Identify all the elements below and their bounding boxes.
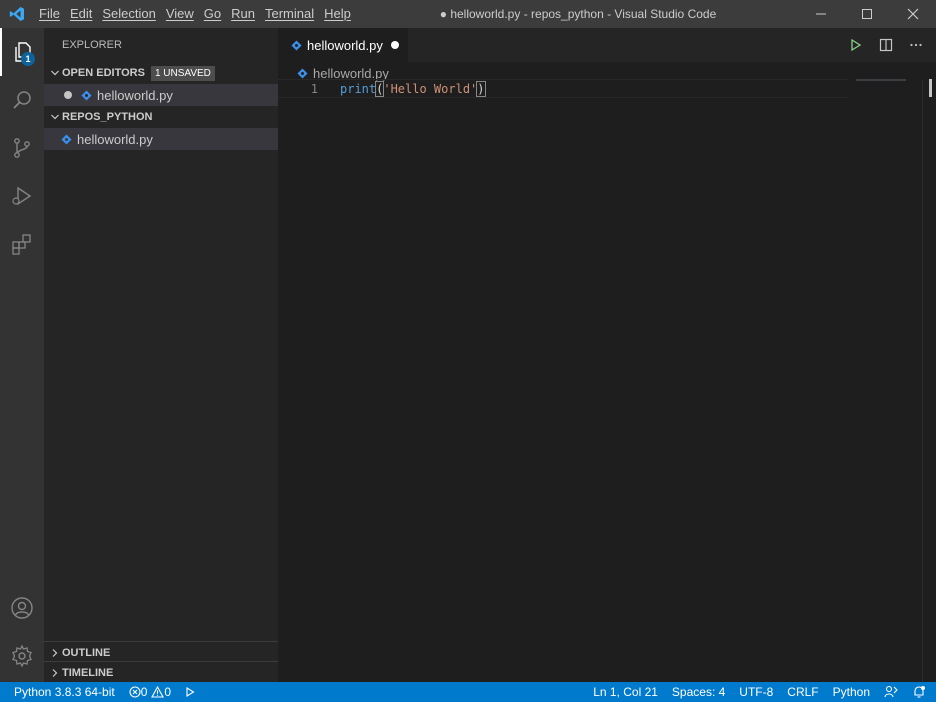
cursor-position-status[interactable]: Ln 1, Col 21	[586, 682, 665, 702]
maximize-button[interactable]	[844, 0, 890, 28]
activity-bar: 1	[0, 28, 44, 682]
split-editor-icon	[879, 38, 893, 52]
sidebar-title: EXPLORER	[62, 39, 122, 51]
play-icon	[851, 38, 862, 52]
status-bar: Python 3.8.3 64-bit 0 0 Ln 1, Col 21 Spa…	[0, 682, 936, 702]
folder-label: REPOS_PYTHON	[62, 111, 153, 123]
folder-header[interactable]: REPOS_PYTHON	[44, 106, 278, 128]
open-editors-header[interactable]: OPEN EDITORS 1 UNSAVED	[44, 62, 278, 84]
problems-status[interactable]: 0 0	[122, 682, 178, 702]
bell-icon	[914, 686, 925, 698]
title-bar: File Edit Selection View Go Run Terminal…	[0, 0, 936, 28]
editor-area: helloworld.py helloworld.py 1 print('Hel…	[278, 28, 936, 682]
chevron-right-icon	[48, 668, 62, 678]
minimize-button[interactable]	[798, 0, 844, 28]
menu-run[interactable]: Run	[226, 0, 260, 28]
manage-activity-button[interactable]	[0, 632, 44, 680]
outline-label: OUTLINE	[62, 647, 111, 659]
feedback-icon	[884, 685, 898, 698]
explorer-badge: 1	[21, 52, 35, 66]
indentation-status[interactable]: Spaces: 4	[665, 682, 732, 702]
vertical-scrollbar[interactable]	[922, 79, 936, 682]
run-status-button[interactable]	[178, 682, 202, 702]
warning-count: 0	[164, 685, 172, 699]
python-interpreter-status[interactable]: Python 3.8.3 64-bit	[0, 682, 122, 702]
feedback-button[interactable]	[877, 682, 905, 702]
menu-file[interactable]: File	[34, 0, 65, 28]
language-mode-status[interactable]: Python	[826, 682, 877, 702]
code-line[interactable]: 1 print('Hello World')	[278, 79, 848, 98]
maximize-icon	[862, 9, 872, 19]
menu-view[interactable]: View	[161, 0, 199, 28]
unsaved-dot-icon[interactable]	[64, 91, 72, 99]
chevron-right-icon	[48, 648, 62, 658]
run-debug-activity-button[interactable]	[0, 172, 44, 220]
line-number: 1	[310, 81, 318, 96]
close-icon	[907, 8, 919, 20]
code-text[interactable]: print('Hello World')	[340, 80, 486, 97]
menu-help[interactable]: Help	[319, 0, 356, 28]
ellipsis-icon	[910, 43, 922, 47]
token-function: print	[340, 81, 377, 96]
minimize-icon	[816, 13, 826, 15]
error-icon	[129, 686, 141, 698]
python-file-icon	[296, 67, 308, 79]
notifications-button[interactable]	[905, 682, 936, 702]
folder-filename: helloworld.py	[77, 131, 153, 147]
search-activity-button[interactable]	[0, 76, 44, 124]
chevron-down-icon	[48, 68, 62, 78]
timeline-section[interactable]: TIMELINE	[44, 661, 278, 684]
explorer-activity-button[interactable]: 1	[0, 28, 44, 76]
timeline-header: TIMELINE	[44, 662, 278, 684]
open-editor-filename: helloworld.py	[97, 87, 173, 103]
open-editors-label: OPEN EDITORS	[62, 67, 145, 79]
minimap[interactable]	[856, 79, 906, 81]
menu-bar: File Edit Selection View Go Run Terminal…	[34, 0, 356, 28]
gear-icon	[12, 644, 32, 668]
account-icon	[11, 597, 33, 619]
source-control-icon	[14, 138, 30, 158]
unsaved-badge: 1 UNSAVED	[150, 65, 215, 81]
token-close-paren: )	[476, 80, 486, 97]
token-string: 'Hello World'	[383, 81, 478, 96]
eol-status[interactable]: CRLF	[780, 682, 825, 702]
python-file-icon	[80, 89, 92, 101]
python-file-icon	[290, 39, 302, 51]
tab-helloworld[interactable]: helloworld.py	[278, 28, 408, 62]
tab-label: helloworld.py	[307, 37, 383, 53]
editor-actions	[846, 28, 926, 62]
window-controls	[798, 0, 936, 28]
warning-icon	[151, 686, 165, 698]
accounts-activity-button[interactable]	[0, 584, 44, 632]
scroll-cursor-marker	[929, 79, 932, 97]
menu-edit[interactable]: Edit	[65, 0, 97, 28]
open-editor-item[interactable]: helloworld.py	[44, 84, 278, 106]
vscode-logo-icon[interactable]	[0, 0, 34, 28]
close-button[interactable]	[890, 0, 936, 28]
search-icon	[13, 91, 31, 109]
folder-file-item[interactable]: helloworld.py	[44, 128, 278, 150]
encoding-status[interactable]: UTF-8	[732, 682, 780, 702]
extensions-icon	[12, 234, 31, 255]
more-actions-button[interactable]	[906, 35, 926, 55]
python-file-icon	[60, 133, 72, 145]
run-debug-icon	[12, 186, 32, 206]
tab-bar: helloworld.py	[278, 28, 936, 62]
menu-selection[interactable]: Selection	[97, 0, 160, 28]
menu-terminal[interactable]: Terminal	[260, 0, 319, 28]
chevron-down-icon	[48, 112, 62, 122]
timeline-label: TIMELINE	[62, 667, 114, 679]
extensions-activity-button[interactable]	[0, 220, 44, 268]
unsaved-dot-icon[interactable]	[390, 41, 399, 49]
menu-go[interactable]: Go	[199, 0, 226, 28]
error-count: 0	[140, 685, 148, 699]
split-editor-button[interactable]	[876, 35, 896, 55]
source-control-activity-button[interactable]	[0, 124, 44, 172]
explorer-sidebar: EXPLORER OPEN EDITORS 1 UNSAVED hellowor…	[44, 28, 278, 682]
run-python-file-button[interactable]	[846, 35, 866, 55]
play-icon	[186, 687, 195, 697]
